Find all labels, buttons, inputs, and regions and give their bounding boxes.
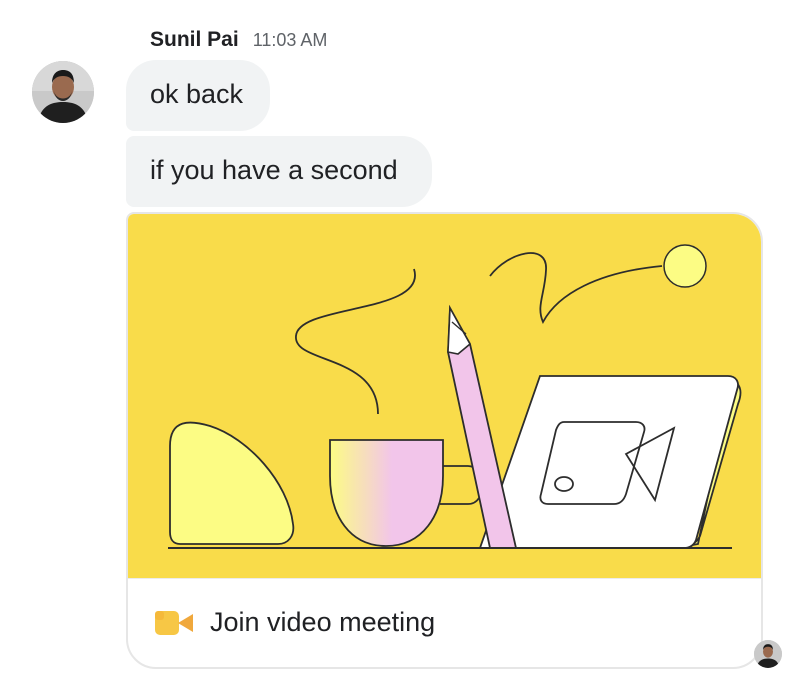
message-text: if you have a second (150, 155, 398, 185)
video-meeting-card[interactable]: Join video meeting (126, 212, 763, 669)
video-meeting-illustration (128, 214, 761, 578)
message-header: Sunil Pai 11:03 AM (150, 28, 327, 56)
join-meeting-row[interactable]: Join video meeting (128, 578, 761, 667)
google-meet-icon (155, 611, 193, 635)
message-text: ok back (150, 79, 244, 109)
sender-avatar[interactable] (32, 61, 94, 123)
join-video-meeting-link[interactable]: Join video meeting (210, 607, 435, 638)
avatar-photo (32, 61, 94, 123)
message-timestamp: 11:03 AM (252, 30, 328, 50)
sun-icon (663, 244, 707, 288)
message-bubble[interactable]: if you have a second (126, 136, 432, 207)
read-receipt-avatar (754, 640, 782, 668)
message-bubble[interactable]: ok back (126, 60, 270, 131)
avatar-photo (754, 640, 782, 668)
meeting-illustration-art (168, 244, 742, 549)
sender-name[interactable]: Sunil Pai (150, 28, 239, 52)
